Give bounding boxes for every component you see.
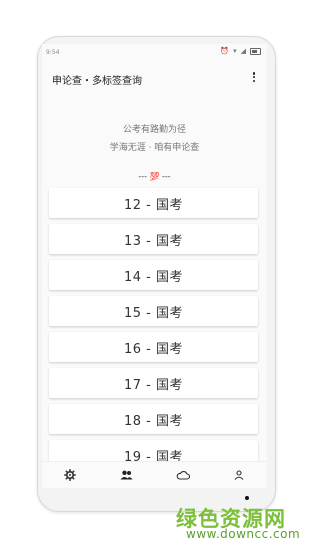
list-item[interactable]: 16 - 国考 xyxy=(49,332,258,362)
person-icon[interactable] xyxy=(229,467,249,483)
list-item[interactable]: 13 - 国考 xyxy=(49,224,258,254)
status-bar: 9:54 ⏰ ▾ ◢ xyxy=(42,44,267,60)
gear-icon[interactable] xyxy=(60,467,80,483)
battery-icon xyxy=(250,47,261,55)
alarm-icon: ⏰ xyxy=(220,47,230,55)
motto-line-1: 公考有路勤为径 xyxy=(122,125,186,135)
list-item[interactable]: 12 - 国考 xyxy=(49,188,258,218)
cloud-icon[interactable] xyxy=(173,467,193,483)
more-options-icon[interactable] xyxy=(251,70,257,84)
phone-screen: 9:54 ⏰ ▾ ◢ 申论查・多标签查询 公考有路勤为径 学海无涯 · 咱有申论… xyxy=(42,44,267,488)
status-time: 9:54 xyxy=(46,49,60,56)
motto-line-2: 学海无涯 · 咱有申论查 xyxy=(109,143,200,153)
section-divider: --- 💯 --- xyxy=(138,172,171,181)
list-item[interactable]: 15 - 国考 xyxy=(49,296,258,326)
people-icon[interactable] xyxy=(116,467,136,483)
list-item[interactable]: 14 - 国考 xyxy=(49,260,258,290)
list-item[interactable]: 17 - 国考 xyxy=(49,368,258,398)
app-title: 申论查・多标签查询 xyxy=(52,76,142,87)
wifi-icon: ▾ xyxy=(233,47,237,55)
camera-dot xyxy=(245,496,249,500)
app-bar: 申论查・多标签查询 xyxy=(42,68,267,92)
signal-icon: ◢ xyxy=(240,47,246,55)
status-icons: ⏰ ▾ ◢ xyxy=(220,47,261,55)
list-item[interactable]: 18 - 国考 xyxy=(49,404,258,434)
bottom-nav xyxy=(42,461,267,488)
exam-list: 12 - 国考 13 - 国考 14 - 国考 15 - 国考 16 - 国考 … xyxy=(49,188,258,476)
watermark-url: www.downcc.com xyxy=(186,527,301,541)
